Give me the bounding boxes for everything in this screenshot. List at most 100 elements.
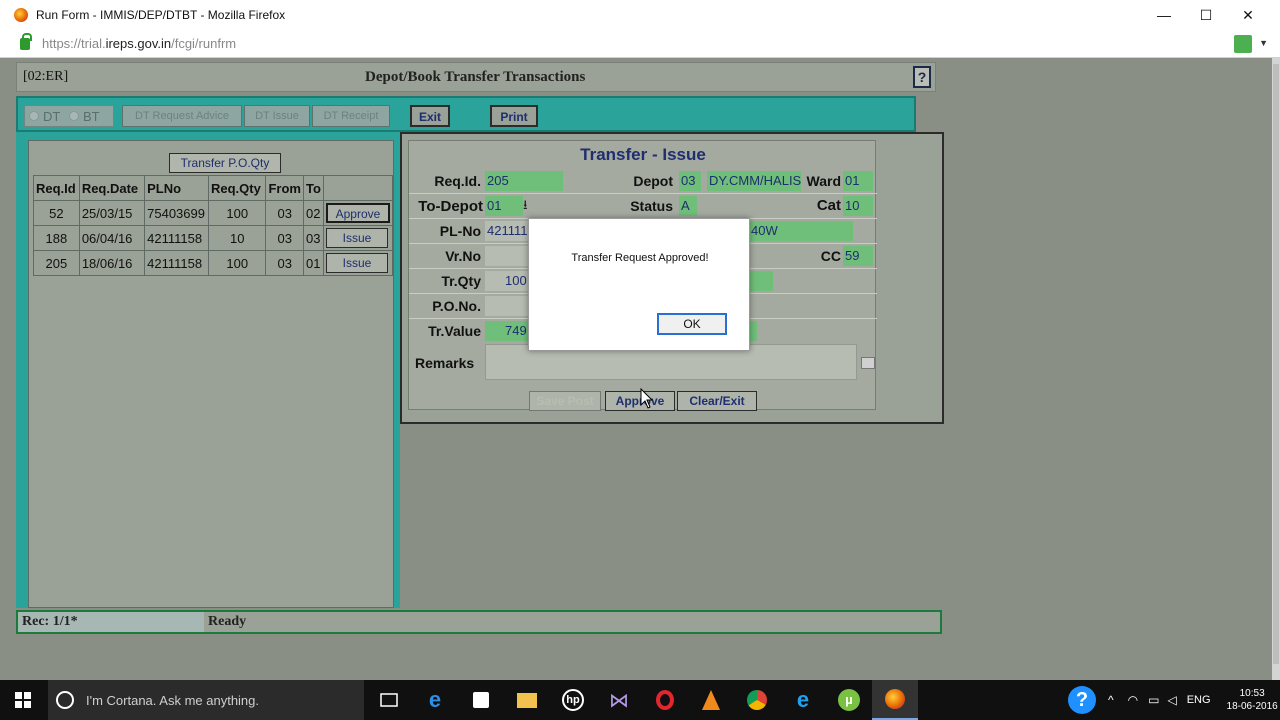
address-bar[interactable]: https://trial.ireps.gov.in/fcgi/runfrm ▼ bbox=[0, 30, 1280, 58]
tr-qty-field[interactable]: 100 bbox=[485, 271, 533, 291]
lock-icon bbox=[20, 32, 32, 50]
divider bbox=[409, 193, 877, 194]
alert-dialog: Transfer Request Approved! OK bbox=[528, 218, 750, 351]
download-arrow-icon[interactable]: ⭳ bbox=[523, 196, 528, 218]
form-header: [02:ER] Depot/Book Transfer Transactions… bbox=[16, 62, 936, 92]
utorrent-icon[interactable]: µ bbox=[826, 680, 872, 720]
cell-from: 03 bbox=[265, 250, 304, 276]
help-button[interactable]: ? bbox=[913, 66, 931, 88]
opera-icon[interactable] bbox=[642, 680, 688, 720]
req-id-field[interactable]: 205 bbox=[485, 171, 563, 191]
maximize-button[interactable]: ☐ bbox=[1184, 0, 1228, 30]
vlc-icon[interactable] bbox=[688, 680, 734, 720]
store-icon[interactable] bbox=[458, 680, 504, 720]
dt-bt-radio-group: DT BT bbox=[24, 105, 114, 127]
notification-icon[interactable]: ▭ bbox=[1148, 693, 1159, 707]
cell-req-id: 205 bbox=[33, 250, 80, 276]
status-message: Ready bbox=[208, 614, 247, 629]
edge-icon[interactable]: e bbox=[412, 680, 458, 720]
bt-radio[interactable] bbox=[69, 111, 79, 121]
po-no-label: P.O.No. bbox=[432, 298, 481, 314]
depot-label: Depot bbox=[633, 173, 673, 189]
status-field[interactable]: A bbox=[679, 196, 697, 216]
cc-label: CC bbox=[820, 248, 841, 264]
print-button[interactable]: Print bbox=[490, 105, 538, 127]
clock[interactable]: 10:53 18-06-2016 bbox=[1227, 687, 1278, 713]
cell-plno: 75403699 bbox=[144, 200, 209, 226]
visual-studio-icon[interactable]: ⋈ bbox=[596, 680, 642, 720]
window-title: Run Form - IMMIS/DEP/DTBT - Mozilla Fire… bbox=[36, 8, 286, 22]
pl-no-label: PL-No bbox=[439, 223, 481, 239]
cortana-search-box[interactable]: I'm Cortana. Ask me anything. bbox=[48, 680, 364, 720]
show-hidden-icons[interactable]: ^ bbox=[1108, 693, 1114, 707]
cell-req-qty: 100 bbox=[207, 200, 267, 226]
col-plno: PLNo bbox=[144, 175, 209, 201]
col-to: To bbox=[302, 175, 324, 201]
table-row[interactable]: 205 18/06/16 42111158 100 03 01 Issue bbox=[33, 250, 394, 276]
toolbar: DT BT DT Request Advice DT Issue DT Rece… bbox=[16, 96, 916, 132]
cell-to: 01 bbox=[302, 250, 324, 276]
dt-receipt-button[interactable]: DT Receipt bbox=[312, 105, 390, 127]
tr-value-field[interactable]: 749 bbox=[485, 321, 531, 341]
ok-button[interactable]: OK bbox=[657, 313, 727, 335]
vr-no-label: Vr.No bbox=[445, 248, 481, 264]
url-text[interactable]: https://trial.ireps.gov.in/fcgi/runfrm bbox=[42, 36, 236, 51]
form-title: Depot/Book Transfer Transactions bbox=[365, 69, 586, 85]
language-indicator[interactable]: ENG bbox=[1187, 694, 1211, 706]
close-button[interactable]: ✕ bbox=[1226, 0, 1270, 30]
cell-req-date: 25/03/15 bbox=[78, 200, 146, 226]
file-explorer-icon[interactable] bbox=[504, 680, 550, 720]
depot-name-field[interactable]: DY.CMM/HALIS bbox=[707, 171, 801, 191]
wifi-icon[interactable]: ◠ bbox=[1128, 693, 1138, 707]
approve-row-button[interactable]: Approve bbox=[325, 203, 390, 223]
firefox-taskbar-icon[interactable] bbox=[872, 680, 918, 720]
cat-field[interactable]: 10 bbox=[843, 196, 873, 216]
addon-icon[interactable] bbox=[1234, 35, 1252, 53]
vr-no-field[interactable] bbox=[485, 246, 531, 266]
scrollbar-thumb[interactable] bbox=[1273, 64, 1279, 664]
depot-code-field[interactable]: 03 bbox=[679, 171, 701, 191]
task-view-icon[interactable] bbox=[366, 680, 412, 720]
windows-start-icon[interactable] bbox=[0, 680, 46, 720]
hp-icon[interactable]: hp bbox=[550, 680, 596, 720]
cell-action: Issue bbox=[322, 225, 394, 251]
dt-issue-button[interactable]: DT Issue bbox=[244, 105, 310, 127]
to-depot-field[interactable]: 01 bbox=[485, 196, 523, 216]
po-no-field[interactable] bbox=[485, 296, 531, 316]
cell-plno: 42111158 bbox=[144, 250, 209, 276]
cell-req-date: 18/06/16 bbox=[78, 250, 146, 276]
issue-row-button[interactable]: Issue bbox=[325, 228, 388, 248]
exit-button[interactable]: Exit bbox=[410, 105, 450, 127]
dt-radio[interactable] bbox=[29, 111, 39, 121]
chrome-icon[interactable] bbox=[734, 680, 780, 720]
cell-from: 03 bbox=[265, 200, 304, 226]
ie-icon[interactable]: e bbox=[780, 680, 826, 720]
scrollbar[interactable] bbox=[1272, 58, 1280, 680]
cell-req-qty: 10 bbox=[207, 225, 267, 251]
cc-field[interactable]: 59 bbox=[843, 246, 873, 266]
issue-row-button[interactable]: Issue bbox=[325, 253, 388, 273]
cell-action: Issue bbox=[322, 250, 394, 276]
transfer-issue-title: Transfer - Issue bbox=[580, 145, 706, 164]
dt-request-advice-button[interactable]: DT Request Advice bbox=[122, 105, 242, 127]
tr-value-extra-field bbox=[749, 321, 757, 341]
minimize-button[interactable]: — bbox=[1142, 0, 1186, 30]
table-row[interactable]: 188 06/04/16 42111158 10 03 03 Issue bbox=[33, 225, 394, 251]
chevron-down-icon[interactable]: ▼ bbox=[1259, 38, 1268, 48]
cell-from: 03 bbox=[265, 225, 304, 251]
ward-field[interactable]: 01 bbox=[843, 171, 873, 191]
cell-req-date: 06/04/16 bbox=[78, 225, 146, 251]
volume-icon[interactable]: ◁ bbox=[1167, 693, 1176, 707]
help-tray-icon[interactable]: ? bbox=[1068, 686, 1096, 714]
clear-exit-button[interactable]: Clear/Exit bbox=[677, 391, 757, 411]
save-post-button[interactable]: Save Post bbox=[529, 391, 601, 411]
req-id-label: Req.Id. bbox=[434, 173, 481, 189]
cell-req-id: 188 bbox=[33, 225, 80, 251]
request-table: Req.Id Req.Date PLNo Req.Qty From To 52 … bbox=[33, 175, 394, 276]
cortana-icon bbox=[56, 691, 74, 709]
col-from: From bbox=[265, 175, 304, 201]
transfer-po-qty-button[interactable]: Transfer P.O.Qty bbox=[169, 153, 281, 173]
editor-icon[interactable] bbox=[861, 357, 875, 369]
col-req-date: Req.Date bbox=[78, 175, 146, 201]
table-row[interactable]: 52 25/03/15 75403699 100 03 02 Approve bbox=[33, 200, 394, 226]
